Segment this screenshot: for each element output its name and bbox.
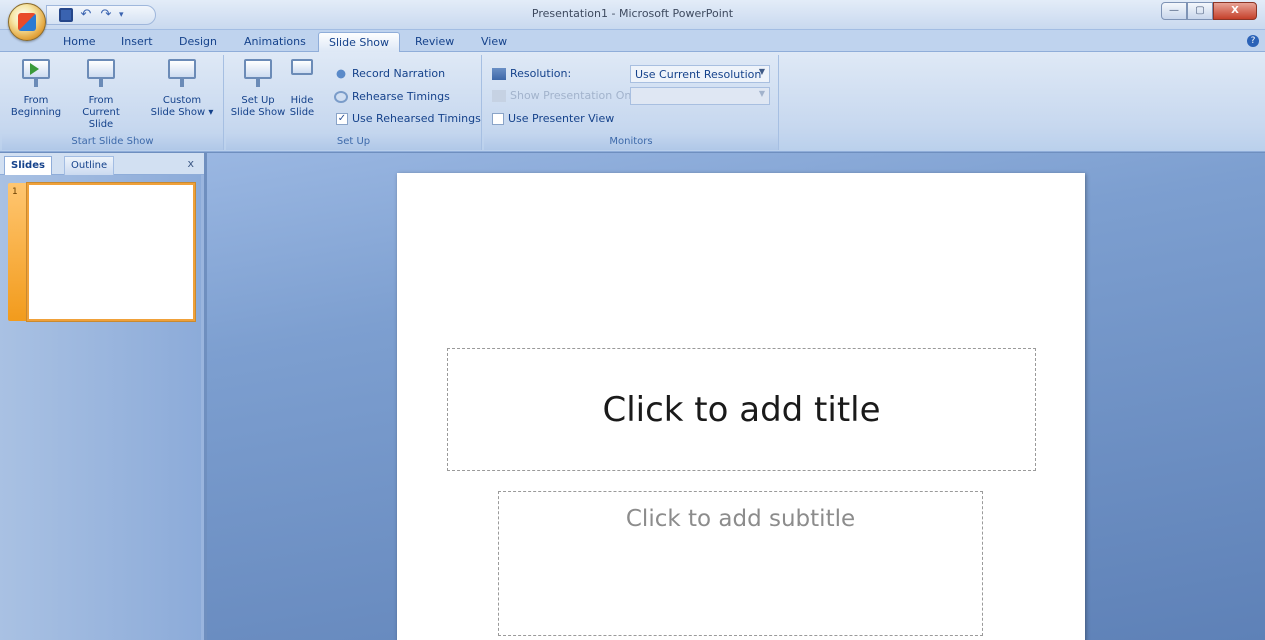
show-presentation-on-label-row: Show Presentation On: (492, 89, 635, 102)
slides-pane: Slides Outline x 1 (0, 153, 204, 640)
custom-label-1: Custom (162, 95, 202, 106)
use-rehearsed-timings-label: Use Rehearsed Timings (352, 112, 481, 125)
custom-slide-show-button[interactable]: Custom Slide Show ▾ (150, 59, 214, 119)
office-button[interactable] (8, 3, 46, 41)
hide-slide-label-1: Hide (290, 95, 314, 106)
setup-slideshow-icon (244, 59, 272, 89)
monitor-icon (492, 89, 506, 102)
slide-number: 1 (12, 187, 18, 197)
from-beginning-label-2: Beginning (10, 107, 62, 118)
set-up-slide-show-button[interactable]: Set Up Slide Show (230, 59, 286, 119)
from-beginning-label-1: From (23, 95, 49, 106)
minimize-button[interactable]: — (1161, 2, 1187, 20)
tab-home[interactable]: Home (63, 35, 95, 48)
tab-design[interactable]: Design (179, 35, 217, 48)
tab-slide-show[interactable]: Slide Show (318, 32, 401, 53)
show-presentation-on-label: Show Presentation On: (510, 89, 636, 102)
close-button[interactable]: X (1213, 2, 1257, 20)
setup-label-2: Slide Show (230, 107, 286, 118)
rehearse-timings-label: Rehearse Timings (352, 90, 450, 103)
window-title: Presentation1 - Microsoft PowerPoint (531, 7, 734, 20)
resolution-value: Use Current Resolution (635, 68, 762, 81)
tab-view[interactable]: View (481, 35, 507, 48)
from-current-slide-button[interactable]: From Current Slide (70, 59, 132, 131)
slideshow-play-icon (22, 59, 50, 89)
rehearse-timings-button[interactable]: Rehearse Timings (334, 90, 450, 103)
record-narration-label: Record Narration (352, 67, 446, 80)
ribbon-tabs: Home Insert Design Animations Slide Show… (0, 30, 1265, 53)
title-placeholder[interactable]: Click to add title (447, 348, 1036, 471)
tab-outline[interactable]: Outline (64, 156, 115, 175)
hide-slide-label-2: Slide (289, 107, 315, 118)
show-presentation-on-dropdown: ▼ (630, 87, 770, 105)
tab-insert[interactable]: Insert (121, 35, 153, 48)
slideshow-current-icon (87, 59, 115, 89)
slide-canvas[interactable]: Click to add title Click to add subtitle (397, 173, 1085, 640)
group-label-start-slide-show: Start Slide Show (2, 134, 223, 150)
window-controls: — ▢ X (1161, 2, 1257, 20)
tab-slides[interactable]: Slides (4, 156, 52, 175)
dropdown-arrow-icon: ▼ (758, 67, 765, 76)
group-start-slide-show: From Beginning From Current Slide Custom… (2, 55, 224, 150)
pane-tabs: Slides Outline x (0, 153, 204, 175)
from-beginning-button[interactable]: From Beginning (8, 59, 64, 119)
office-logo-icon (18, 13, 36, 31)
maximize-button[interactable]: ▢ (1187, 2, 1213, 20)
group-label-monitors: Monitors (484, 134, 778, 150)
group-set-up: Set Up Slide Show Hide Slide Record Narr… (226, 55, 482, 150)
resolution-icon (492, 67, 506, 80)
resolution-dropdown[interactable]: Use Current Resolution ▼ (630, 65, 770, 83)
use-rehearsed-timings-checkbox[interactable]: ✓ Use Rehearsed Timings (336, 112, 481, 125)
setup-label-1: Set Up (241, 95, 275, 106)
slide-thumbnail[interactable] (27, 183, 195, 321)
tab-review[interactable]: Review (415, 35, 454, 48)
use-presenter-view-label: Use Presenter View (508, 112, 615, 125)
dropdown-arrow-icon: ▼ (758, 89, 765, 98)
title-bar: ↶ ↷ ▾ Presentation1 - Microsoft PowerPoi… (0, 0, 1265, 41)
resolution-label: Resolution: (510, 67, 572, 80)
clock-icon (334, 90, 348, 103)
checkbox-unchecked[interactable] (492, 112, 504, 125)
from-current-label-1: From (88, 95, 114, 106)
resolution-label-row: Resolution: (492, 67, 571, 80)
hide-slide-button[interactable]: Hide Slide (284, 59, 320, 119)
pane-close-icon[interactable]: x (187, 157, 194, 170)
ribbon: From Beginning From Current Slide Custom… (0, 52, 1265, 152)
group-label-set-up: Set Up (226, 134, 481, 150)
custom-slideshow-icon (168, 59, 196, 89)
group-monitors: Resolution: Use Current Resolution ▼ Sho… (484, 55, 779, 150)
tab-animations[interactable]: Animations (244, 35, 306, 48)
subtitle-placeholder[interactable]: Click to add subtitle (498, 491, 983, 636)
record-narration-button[interactable]: Record Narration (334, 67, 445, 80)
from-current-label-2: Current Slide (82, 107, 120, 130)
custom-label-2: Slide Show ▾ (150, 107, 214, 118)
slide-editing-area: Click to add title Click to add subtitle (207, 153, 1265, 640)
hide-slide-icon (291, 59, 313, 89)
help-icon[interactable]: ? (1247, 35, 1259, 47)
microphone-icon (334, 67, 348, 80)
checkbox-checked[interactable]: ✓ (336, 112, 348, 125)
use-presenter-view-checkbox[interactable]: Use Presenter View (492, 112, 614, 125)
